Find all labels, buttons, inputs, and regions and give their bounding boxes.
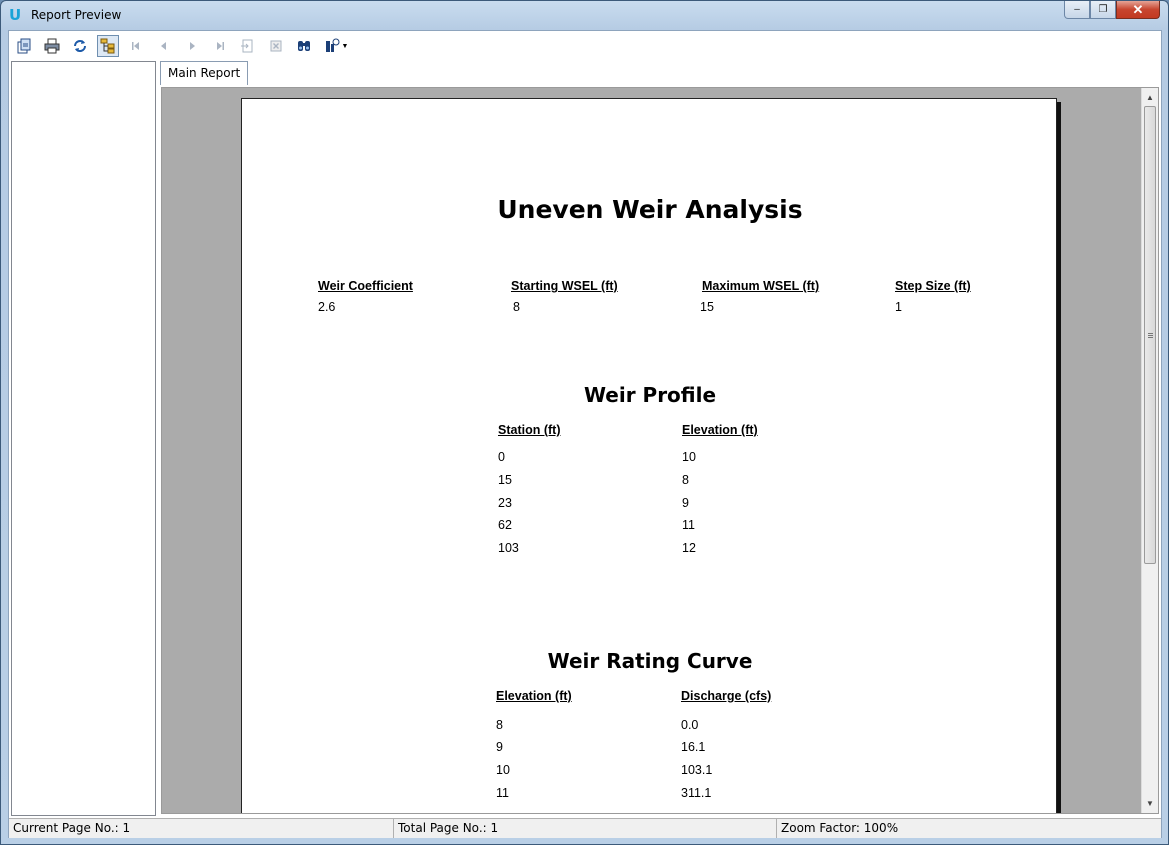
status-bar: Current Page No.: 1 Total Page No.: 1 Zo… — [9, 818, 1161, 838]
scroll-grip-line — [1148, 337, 1153, 338]
status-zoom-factor: Zoom Factor: 100% — [781, 821, 899, 835]
close-button[interactable]: ✕ — [1116, 1, 1160, 19]
rating-discharge-cell: 16.1 — [681, 740, 706, 754]
report-preview-window: U Report Preview ‒ ❐ ✕ ▼ Main Report Une… — [0, 0, 1169, 845]
param-value-step-size: 1 — [895, 300, 902, 314]
rating-elevation-cell: 8 — [496, 718, 503, 732]
toggle-group-tree-button[interactable] — [97, 35, 119, 57]
param-value-starting-wsel: 8 — [513, 300, 520, 314]
profile-elevation-cell: 8 — [682, 473, 689, 487]
last-page-button[interactable] — [209, 35, 231, 57]
first-page-button[interactable] — [125, 35, 147, 57]
maximize-button[interactable]: ❐ — [1090, 1, 1116, 19]
param-header-starting-wsel: Starting WSEL (ft) — [511, 279, 618, 293]
vertical-scrollbar[interactable]: ▲ ▼ — [1141, 88, 1158, 813]
rating-elevation-cell: 9 — [496, 740, 503, 754]
param-value-weir-coefficient: 2.6 — [318, 300, 336, 314]
profile-elevation-cell: 9 — [682, 496, 689, 510]
param-header-weir-coefficient: Weir Coefficient — [318, 279, 413, 293]
rating-discharge-cell: 0.0 — [681, 718, 699, 732]
report-view-pane: Main Report Uneven Weir Analysis Weir Co… — [159, 61, 1161, 816]
rating-elevation-cell: 11 — [496, 786, 509, 800]
rating-discharge-cell: 103.1 — [681, 763, 713, 777]
report-viewer[interactable]: Uneven Weir Analysis Weir Coefficient St… — [161, 87, 1159, 814]
export-icon — [17, 38, 31, 54]
close-icon: ✕ — [1132, 1, 1144, 17]
zoom-dropdown-icon[interactable]: ▼ — [342, 43, 349, 50]
toolbar: ▼ — [9, 31, 1161, 61]
minimize-icon: ‒ — [1074, 4, 1080, 15]
group-tree-panel[interactable] — [11, 61, 156, 816]
app-logo-icon: U — [9, 6, 22, 24]
zoom-button[interactable]: ▼ — [321, 35, 351, 57]
profile-station-cell: 103 — [498, 541, 519, 555]
profile-header-elevation: Elevation (ft) — [682, 423, 758, 437]
refresh-icon — [74, 40, 86, 52]
client-area: ▼ Main Report Uneven Weir Analysis Weir … — [8, 30, 1162, 838]
profile-elevation-cell: 11 — [682, 518, 695, 532]
report-title: Uneven Weir Analysis — [497, 195, 803, 224]
profile-elevation-cell: 12 — [682, 541, 696, 555]
rating-header-elevation: Elevation (ft) — [496, 689, 572, 703]
scroll-down-arrow-icon[interactable]: ▼ — [1142, 795, 1158, 811]
status-total-page: Total Page No.: 1 — [394, 819, 777, 838]
scroll-thumb[interactable] — [1144, 106, 1156, 564]
title-bar[interactable]: U Report Preview ‒ ❐ ✕ — [1, 1, 1168, 29]
window-controls: ‒ ❐ ✕ — [1064, 1, 1160, 21]
print-button[interactable] — [41, 35, 63, 57]
rating-elevation-cell: 10 — [496, 763, 510, 777]
scroll-grip-line — [1148, 333, 1153, 334]
previous-page-icon — [161, 42, 166, 50]
group-tree-icon — [100, 38, 115, 54]
window-title: Report Preview — [31, 8, 122, 22]
param-header-step-size: Step Size (ft) — [895, 279, 971, 293]
export-button[interactable] — [13, 35, 35, 57]
profile-elevation-cell: 10 — [682, 450, 696, 464]
next-page-icon — [190, 42, 195, 50]
go-to-page-button[interactable] — [237, 35, 259, 57]
next-page-button[interactable] — [181, 35, 203, 57]
scroll-up-arrow-icon[interactable]: ▲ — [1142, 89, 1158, 105]
profile-station-cell: 15 — [498, 473, 512, 487]
status-current-page: Current Page No.: 1 — [9, 819, 394, 838]
rating-header-discharge: Discharge (cfs) — [681, 689, 772, 703]
restore-icon: ❐ — [1098, 4, 1108, 15]
last-page-icon — [217, 42, 224, 50]
find-button[interactable] — [293, 35, 315, 57]
param-value-maximum-wsel: 15 — [700, 300, 714, 314]
weir-rating-curve-title: Weir Rating Curve — [547, 649, 753, 673]
report-page: Uneven Weir Analysis Weir Coefficient St… — [241, 98, 1057, 813]
profile-header-station: Station (ft) — [498, 423, 561, 437]
find-icon — [298, 41, 310, 51]
tab-main-report[interactable]: Main Report — [160, 61, 249, 85]
stop-icon — [270, 40, 282, 52]
refresh-button[interactable] — [69, 35, 91, 57]
first-page-icon — [132, 42, 139, 50]
profile-station-cell: 0 — [498, 450, 505, 464]
rating-discharge-cell: 311.1 — [681, 786, 712, 800]
profile-station-cell: 23 — [498, 496, 512, 510]
profile-station-cell: 62 — [498, 518, 512, 532]
minimize-button[interactable]: ‒ — [1064, 1, 1090, 19]
print-icon — [44, 38, 60, 54]
previous-page-button[interactable] — [153, 35, 175, 57]
scroll-grip-line — [1148, 335, 1153, 336]
stop-button[interactable] — [265, 35, 287, 57]
weir-profile-title: Weir Profile — [583, 383, 717, 407]
param-header-maximum-wsel: Maximum WSEL (ft) — [702, 279, 820, 293]
go-to-page-icon — [241, 39, 253, 53]
zoom-icon — [325, 38, 340, 52]
